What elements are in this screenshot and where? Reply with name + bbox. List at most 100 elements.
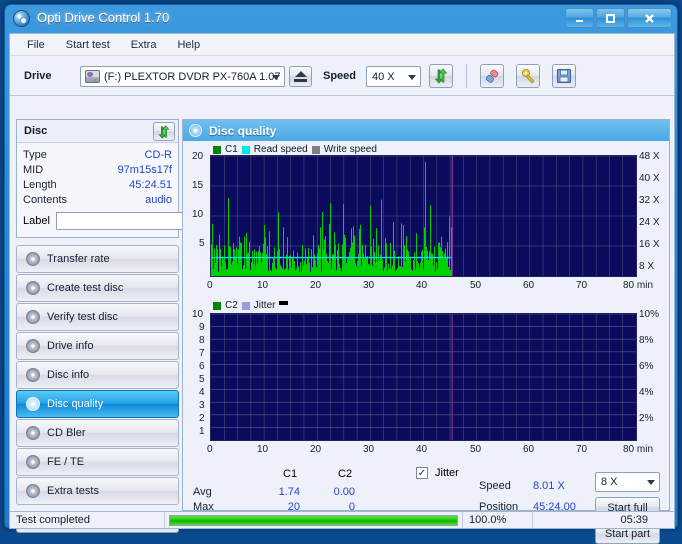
c2-xtick-10: 10 bbox=[257, 444, 269, 455]
c2-y2tick-2pct: 2% bbox=[639, 413, 654, 424]
c2-xtick-50: 50 bbox=[470, 444, 482, 455]
application-window: Opti Drive Control 1.70 File Start test … bbox=[4, 4, 678, 544]
progress-percent: 100.0% bbox=[462, 512, 532, 528]
c1-y2tick-24x: 24 X bbox=[639, 217, 660, 228]
disc-info-rows: Type CD-R MID 97m15s17f Length 45:24.51 … bbox=[17, 143, 255, 237]
c2-xtick-20: 20 bbox=[310, 444, 322, 455]
menu-file[interactable]: File bbox=[18, 36, 54, 54]
disc-quality-panel: Disc quality C1 Read speed Write speed 2… bbox=[182, 119, 670, 544]
disc-mid-value: 97m15s17f bbox=[117, 164, 172, 176]
window-title: Opti Drive Control 1.70 bbox=[37, 10, 170, 25]
legend-label-write-speed: Write speed bbox=[323, 144, 377, 155]
sidebar-item-fe-te[interactable]: FE / TE bbox=[16, 448, 179, 476]
c1-y2tick-32x: 32 X bbox=[639, 195, 660, 206]
legend-swatch-write-speed bbox=[311, 145, 320, 154]
menu-extra[interactable]: Extra bbox=[122, 36, 166, 54]
drive-select[interactable]: (F:) PLEXTOR DVDR PX-760A 1.07 bbox=[80, 66, 285, 87]
sidebar-label-transfer-rate: Transfer rate bbox=[47, 253, 110, 265]
disc-transfer-icon bbox=[26, 252, 40, 266]
c2-xtick-40: 40 bbox=[416, 444, 428, 455]
disc-row-length: Length 45:24.51 bbox=[23, 178, 172, 193]
c1-y2tick-16x: 16 X bbox=[639, 239, 660, 250]
sidebar-nav: Transfer rate Create test disc Verify te… bbox=[16, 245, 179, 505]
c1-xtick-80: 80 min bbox=[623, 280, 654, 291]
c1-xtick-30: 30 bbox=[363, 280, 375, 291]
sidebar-item-disc-info[interactable]: Disc info bbox=[16, 361, 179, 389]
disc-fete-icon bbox=[26, 455, 40, 469]
sidebar-item-verify-test-disc[interactable]: Verify test disc bbox=[16, 303, 179, 331]
test-speed-select[interactable]: 8 X bbox=[595, 472, 660, 492]
save-icon bbox=[556, 68, 572, 84]
legend-label-jitter: Jitter bbox=[253, 300, 276, 311]
chevron-down-icon bbox=[272, 75, 280, 80]
disc-length-value: 45:24.51 bbox=[129, 179, 172, 191]
disc-contents-value: audio bbox=[145, 194, 172, 206]
c1-y2tick-40x: 40 X bbox=[639, 173, 660, 184]
jitter-checkbox-row[interactable]: ✓ Jitter bbox=[416, 467, 459, 479]
chevron-down-icon bbox=[647, 480, 655, 485]
legend-label-read-speed: Read speed bbox=[253, 144, 308, 155]
eject-icon bbox=[294, 71, 307, 77]
speed-select-value: 40 X bbox=[372, 70, 395, 83]
sidebar-label-extra-tests: Extra tests bbox=[47, 485, 99, 497]
stats-col-header-c1: C1 bbox=[283, 468, 298, 480]
menu-bar: File Start test Extra Help bbox=[10, 34, 674, 56]
disc-row-contents: Contents audio bbox=[23, 193, 172, 208]
disc-refresh-button[interactable] bbox=[153, 122, 175, 141]
speed-select[interactable]: 40 X bbox=[366, 66, 421, 87]
save-button[interactable] bbox=[552, 64, 576, 88]
speed-result-label: Speed bbox=[479, 480, 511, 492]
disc-create-icon bbox=[26, 281, 40, 295]
sidebar-label-disc-quality: Disc quality bbox=[47, 398, 104, 410]
title-bar: Opti Drive Control 1.70 bbox=[5, 5, 677, 33]
close-button[interactable] bbox=[627, 8, 672, 28]
c2-y2tick-4pct: 4% bbox=[639, 387, 654, 398]
disc-header-label: Disc bbox=[24, 125, 48, 137]
c1-xtick-60: 60 bbox=[523, 280, 535, 291]
sidebar-item-create-test-disc[interactable]: Create test disc bbox=[16, 274, 179, 302]
minimize-button[interactable] bbox=[565, 8, 594, 28]
drive-label: Drive bbox=[24, 70, 52, 82]
progress-bar bbox=[169, 514, 458, 526]
c2-ytick-6: 6 bbox=[199, 361, 205, 372]
sidebar-item-transfer-rate[interactable]: Transfer rate bbox=[16, 245, 179, 273]
toolbar: Drive (F:) PLEXTOR DVDR PX-760A 1.07 Spe… bbox=[10, 56, 674, 96]
disc-row-mid: MID 97m15s17f bbox=[23, 163, 172, 178]
c2-chart-plot[interactable] bbox=[210, 313, 637, 441]
menu-start-test[interactable]: Start test bbox=[57, 36, 119, 54]
c2-xtick-80: 80 min bbox=[623, 444, 654, 455]
test-speed-value: 8 X bbox=[601, 476, 618, 488]
c1-xtick-40: 40 bbox=[416, 280, 428, 291]
stats-row-label-avg: Avg bbox=[193, 486, 212, 498]
progress-cell bbox=[165, 512, 462, 528]
client-area: File Start test Extra Help Drive (F:) PL… bbox=[9, 33, 675, 544]
c2-ytick-1: 1 bbox=[199, 426, 205, 437]
sidebar-label-drive-info: Drive info bbox=[47, 340, 94, 352]
c1-chart-plot[interactable] bbox=[210, 155, 637, 277]
disc-verify-icon bbox=[26, 310, 40, 324]
maximize-button[interactable] bbox=[596, 8, 625, 28]
sidebar-item-drive-info[interactable]: Drive info bbox=[16, 332, 179, 360]
sidebar-item-extra-tests[interactable]: Extra tests bbox=[16, 477, 179, 505]
maximize-icon bbox=[606, 13, 615, 23]
c1-xtick-10: 10 bbox=[257, 280, 269, 291]
menu-help[interactable]: Help bbox=[168, 36, 209, 54]
sidebar-item-cd-bler[interactable]: CD Bler bbox=[16, 419, 179, 447]
minimize-icon bbox=[576, 19, 583, 22]
panel-title: Disc quality bbox=[209, 123, 277, 138]
c2-ytick-9: 9 bbox=[199, 322, 205, 333]
settings-button[interactable] bbox=[516, 64, 540, 88]
disc-label-row: Label bbox=[23, 211, 255, 231]
jitter-checkbox[interactable]: ✓ bbox=[416, 467, 428, 479]
sidebar-item-disc-quality[interactable]: Disc quality bbox=[16, 390, 179, 418]
close-icon bbox=[645, 13, 654, 23]
sidebar-label-create-test-disc: Create test disc bbox=[47, 282, 124, 294]
erase-button[interactable] bbox=[480, 64, 504, 88]
legend-swatch-c2 bbox=[213, 301, 221, 310]
c1-chart-legend: C1 Read speed Write speed bbox=[213, 144, 377, 155]
c1-y2tick-8x: 8 X bbox=[639, 261, 655, 272]
drive-icon bbox=[85, 70, 100, 83]
eject-button[interactable] bbox=[289, 66, 312, 87]
refresh-button[interactable] bbox=[429, 64, 453, 88]
disc-contents-label: Contents bbox=[23, 194, 68, 206]
